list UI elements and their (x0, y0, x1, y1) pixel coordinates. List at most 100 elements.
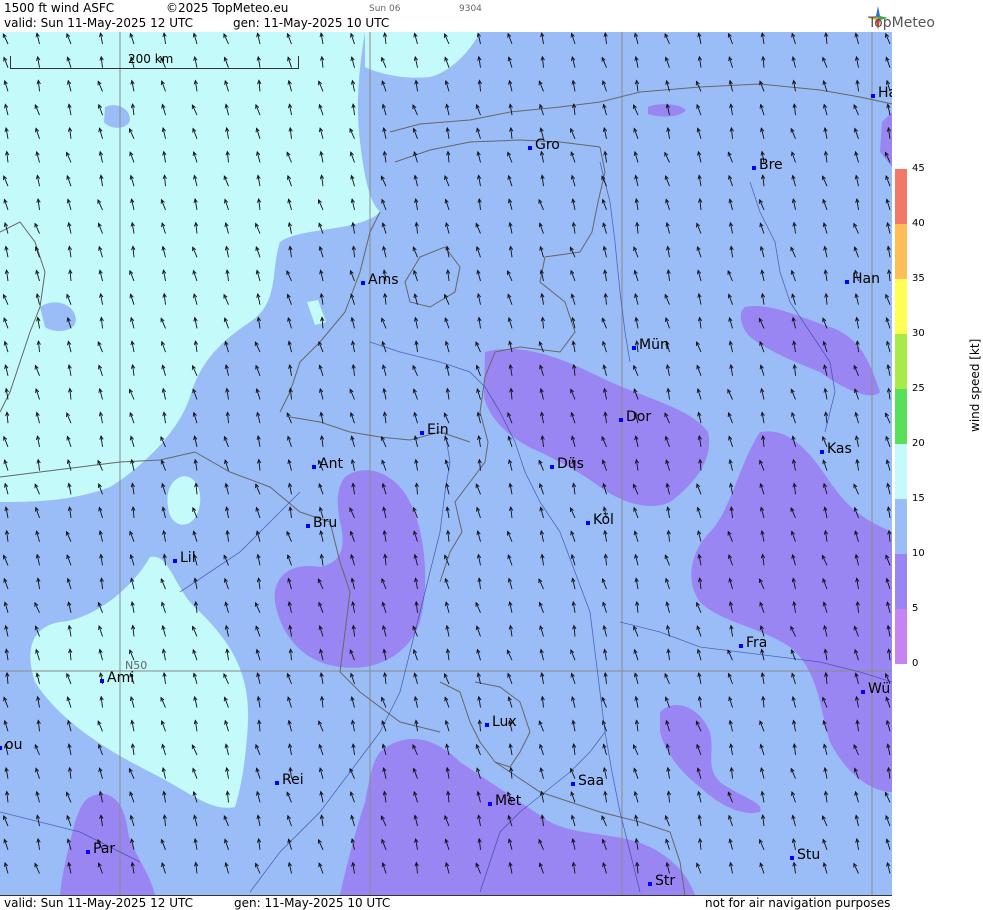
city-name: Kas (827, 441, 852, 457)
city-label: Str (648, 873, 675, 889)
city-marker (100, 679, 104, 683)
city-name: Ant (319, 456, 343, 472)
city-name: Ha (878, 85, 892, 101)
city-label: Bre (752, 157, 783, 173)
valid-time: valid: Sun 11-May-2025 12 UTC (4, 16, 193, 30)
city-label: Mün (632, 337, 669, 353)
colorbar-band (895, 224, 907, 280)
product-title: 1500 ft wind ASFC (4, 1, 115, 15)
city-name: Bre (759, 157, 783, 173)
city-name: Lux (492, 714, 517, 730)
city-marker (752, 166, 756, 170)
city-label: Kas (820, 441, 852, 457)
city-name: Wü (868, 681, 891, 697)
city-label: Ha (871, 85, 892, 101)
city-label: ou (0, 737, 22, 753)
colorbar-band (895, 609, 907, 664)
city-label: Köl (586, 512, 614, 528)
map-header: 1500 ft wind ASFC ©2025 TopMeteo.eu Sun … (0, 0, 935, 33)
colorbar-title: wind speed [kt] (968, 338, 982, 432)
city-name: Rei (282, 772, 304, 788)
city-marker (0, 746, 2, 750)
city-marker (312, 465, 316, 469)
colorbar-band (895, 499, 907, 555)
city-marker (648, 882, 652, 886)
copyright: ©2025 TopMeteo.eu (166, 1, 289, 15)
city-name: Ein (427, 422, 449, 438)
city-label: Düs (550, 456, 584, 472)
city-name: Dor (626, 409, 652, 425)
city-label: Fra (739, 635, 767, 651)
city-name: Han (852, 271, 880, 287)
city-name: Düs (557, 456, 584, 472)
colorbar-tick-label: 30 (912, 328, 925, 339)
colorbar-band (895, 444, 907, 500)
city-marker (550, 465, 554, 469)
city-label: Lil (173, 550, 196, 566)
city-name: Ami (107, 670, 135, 686)
city-marker (871, 94, 875, 98)
city-marker (361, 281, 365, 285)
topmeteo-logo: TopMeteo (868, 6, 935, 31)
city-label: Par (86, 841, 115, 857)
city-marker (488, 802, 492, 806)
city-name: Saa (578, 773, 605, 789)
city-name: Köl (593, 512, 614, 528)
colorbar-band (895, 279, 907, 335)
footer-valid-time: valid: Sun 11-May-2025 12 UTC (4, 896, 193, 910)
city-label: Dor (619, 409, 651, 425)
disclaimer: not for air navigation purposes (705, 896, 891, 910)
scale-label: 200 km (128, 52, 174, 66)
colorbar-tick-label: 35 (912, 273, 925, 284)
logo-text: TopMeteo (868, 15, 935, 31)
city-marker (619, 418, 623, 422)
colorbar-tick-label: 0 (912, 658, 919, 669)
city-label: Met (488, 793, 521, 809)
city-label: Saa (571, 773, 604, 789)
colorbar-band (895, 334, 907, 390)
city-name: Ams (368, 272, 399, 288)
forecast-day-code: Sun 06 (369, 4, 401, 14)
city-label: Gro (528, 137, 560, 153)
colorbar-tick-label: 10 (912, 548, 925, 559)
wind-speed-colorbar (895, 169, 907, 664)
colorbar-tick-label: 40 (912, 218, 925, 229)
city-marker (861, 690, 865, 694)
colorbar-band (895, 169, 907, 225)
city-marker (173, 559, 177, 563)
city-label: Ams (361, 272, 399, 288)
city-name: Mün (639, 337, 669, 353)
city-name: Str (655, 873, 676, 889)
city-marker (306, 524, 310, 528)
colorbar-tick-label: 25 (912, 383, 925, 394)
city-marker (632, 346, 636, 350)
city-marker (820, 450, 824, 454)
city-name: Stu (797, 847, 821, 863)
city-label: Rei (275, 772, 304, 788)
city-marker (420, 431, 424, 435)
city-marker (275, 781, 279, 785)
city-name: Fra (746, 635, 768, 651)
city-name: Met (495, 793, 522, 809)
city-label: Ami (100, 670, 134, 686)
colorbar-tick-label: 20 (912, 438, 925, 449)
wind-map[interactable]: 200 km N50 HaGroBreAmsHanMünEinDorKasAnt… (0, 32, 892, 895)
colorbar-tick-label: 15 (912, 493, 925, 504)
generated-time: gen: 11-May-2025 10 UTC (233, 16, 390, 30)
footer-generated-time: gen: 11-May-2025 10 UTC (234, 896, 391, 910)
city-label: Lux (485, 714, 517, 730)
city-name: Bru (313, 515, 338, 531)
city-marker (571, 782, 575, 786)
city-marker (528, 146, 532, 150)
colorbar-band (895, 554, 907, 610)
colorbar-tick-label: 45 (912, 163, 925, 174)
city-marker (86, 850, 90, 854)
city-marker (586, 521, 590, 525)
city-label: Han (845, 271, 880, 287)
city-name: ou (5, 737, 23, 753)
city-name: Lil (180, 550, 196, 566)
city-label: Wü (861, 681, 890, 697)
city-label: Bru (306, 515, 337, 531)
colorbar-tick-label: 5 (912, 603, 919, 614)
city-marker (790, 856, 794, 860)
